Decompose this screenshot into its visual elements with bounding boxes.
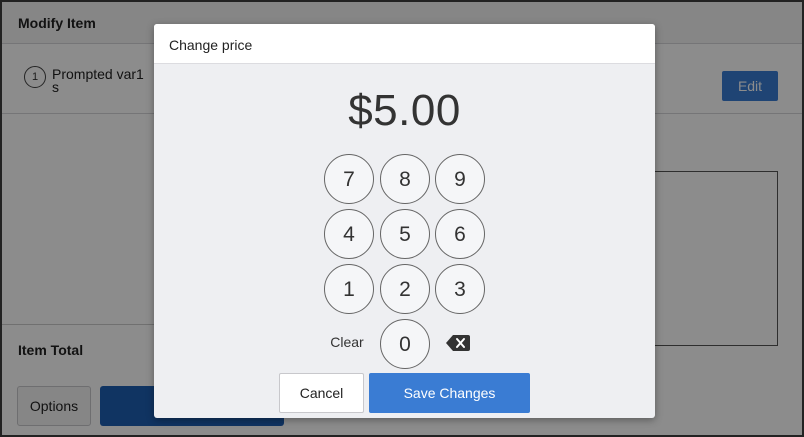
change-price-dialog: Change price $5.00 7 8 9 4 5 6 1 2 3 Cle… — [154, 24, 655, 418]
backspace-button[interactable] — [443, 332, 473, 356]
key-0[interactable]: 0 — [380, 319, 430, 369]
dialog-header: Change price — [154, 24, 655, 64]
save-changes-button[interactable]: Save Changes — [369, 373, 530, 413]
key-3[interactable]: 3 — [435, 264, 485, 314]
key-4[interactable]: 4 — [324, 209, 374, 259]
backspace-icon — [446, 334, 470, 351]
key-7[interactable]: 7 — [324, 154, 374, 204]
cancel-button[interactable]: Cancel — [279, 373, 364, 413]
clear-button[interactable]: Clear — [322, 330, 372, 354]
key-8[interactable]: 8 — [380, 154, 430, 204]
key-5[interactable]: 5 — [380, 209, 430, 259]
app-window: Modify Item 1 Prompted var1 s Edit Item … — [0, 0, 804, 437]
key-9[interactable]: 9 — [435, 154, 485, 204]
price-display: $5.00 — [348, 86, 461, 135]
key-2[interactable]: 2 — [380, 264, 430, 314]
key-6[interactable]: 6 — [435, 209, 485, 259]
key-1[interactable]: 1 — [324, 264, 374, 314]
dialog-title: Change price — [169, 37, 253, 53]
